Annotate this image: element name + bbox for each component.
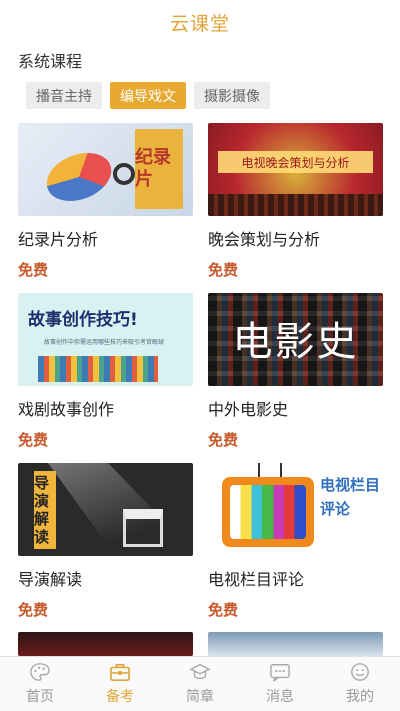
course-name[interactable]: 电视栏目评论 bbox=[208, 566, 383, 590]
page-title: 云课堂 bbox=[169, 12, 230, 35]
chat-bubble-icon bbox=[268, 662, 292, 682]
course-card[interactable]: 电视栏目评论 电视栏目评论 免费 bbox=[208, 463, 383, 620]
thumbnail-label: 电视晚会策划与分析 bbox=[218, 151, 373, 173]
course-thumbnail-partial[interactable] bbox=[18, 632, 193, 656]
tab-messages[interactable]: 消息 bbox=[240, 657, 320, 711]
course-price: 免费 bbox=[208, 261, 239, 279]
pie-chart-graphic bbox=[39, 153, 119, 201]
course-price: 免费 bbox=[18, 261, 49, 279]
magnifier-graphic bbox=[113, 163, 135, 185]
thumbnail-label: 电视栏目评论 bbox=[320, 476, 381, 518]
course-card[interactable]: 导演解读 导演解读 免费 bbox=[18, 463, 193, 620]
tab-label: 首页 bbox=[26, 689, 54, 705]
course-name[interactable]: 纪录片分析 bbox=[18, 226, 193, 250]
course-thumbnail[interactable]: 电视晚会策划与分析 bbox=[208, 123, 383, 216]
bottom-tab-bar: 首页 备考 简章 消息 我的 bbox=[0, 656, 400, 711]
app-header: 云课堂 bbox=[0, 0, 400, 44]
category-tabs: 播音主持 编导戏文 摄影摄像 bbox=[26, 82, 270, 109]
course-price: 免费 bbox=[18, 431, 49, 449]
smile-icon bbox=[348, 662, 372, 682]
graduation-cap-icon bbox=[188, 662, 212, 682]
course-price: 免费 bbox=[208, 431, 239, 449]
course-thumbnail-partial[interactable] bbox=[208, 632, 383, 656]
tab-label: 我的 bbox=[346, 689, 374, 705]
course-name[interactable]: 中外电影史 bbox=[208, 396, 383, 420]
bookshelf-graphic bbox=[38, 356, 158, 382]
course-name[interactable]: 导演解读 bbox=[18, 566, 193, 590]
thumbnail-subtitle: 故事创作中你需运用哪些技巧来吸引考官眼球 bbox=[44, 339, 165, 346]
course-thumbnail[interactable]: 电视栏目评论 bbox=[208, 463, 383, 556]
tab-label: 简章 bbox=[186, 689, 214, 705]
tv-icon bbox=[222, 477, 314, 547]
course-card[interactable]: 纪录片 纪录片分析 免费 bbox=[18, 123, 193, 280]
course-name[interactable]: 晚会策划与分析 bbox=[208, 226, 383, 250]
tab-directing-drama[interactable]: 编导戏文 bbox=[110, 82, 186, 109]
thumbnail-label: 电影史 bbox=[232, 319, 359, 365]
director-chair-graphic bbox=[123, 509, 163, 547]
course-card[interactable]: 故事创作技巧! 故事创作中你需运用哪些技巧来吸引考官眼球 戏剧故事创作 免费 bbox=[18, 293, 193, 450]
course-card[interactable]: 电视晚会策划与分析 晚会策划与分析 免费 bbox=[208, 123, 383, 280]
audience-graphic bbox=[208, 194, 383, 216]
course-name[interactable]: 戏剧故事创作 bbox=[18, 396, 193, 420]
thumbnail-label: 导演解读 bbox=[34, 471, 56, 549]
tab-brochure[interactable]: 简章 bbox=[160, 657, 240, 711]
briefcase-icon bbox=[108, 662, 132, 682]
course-thumbnail[interactable]: 导演解读 bbox=[18, 463, 193, 556]
spotlight-graphic bbox=[48, 463, 193, 556]
palette-icon bbox=[28, 662, 52, 682]
thumbnail-label: 故事创作技巧! bbox=[28, 310, 138, 330]
course-price: 免费 bbox=[18, 601, 49, 619]
course-thumbnail[interactable]: 故事创作技巧! 故事创作中你需运用哪些技巧来吸引考官眼球 bbox=[18, 293, 193, 386]
thumbnail-label: 纪录片 bbox=[135, 129, 183, 209]
course-thumbnail[interactable]: 纪录片 bbox=[18, 123, 193, 216]
tab-profile[interactable]: 我的 bbox=[320, 657, 400, 711]
section-title: 系统课程 bbox=[18, 52, 83, 71]
course-card[interactable]: 电影史 中外电影史 免费 bbox=[208, 293, 383, 450]
tab-prepare[interactable]: 备考 bbox=[80, 657, 160, 711]
tab-home[interactable]: 首页 bbox=[0, 657, 80, 711]
course-price: 免费 bbox=[208, 601, 239, 619]
course-thumbnail[interactable]: 电影史 bbox=[208, 293, 383, 386]
tab-broadcast-hosting[interactable]: 播音主持 bbox=[26, 82, 102, 109]
tab-photography[interactable]: 摄影摄像 bbox=[194, 82, 270, 109]
tab-label: 消息 bbox=[266, 689, 294, 705]
tab-label: 备考 bbox=[106, 689, 134, 705]
